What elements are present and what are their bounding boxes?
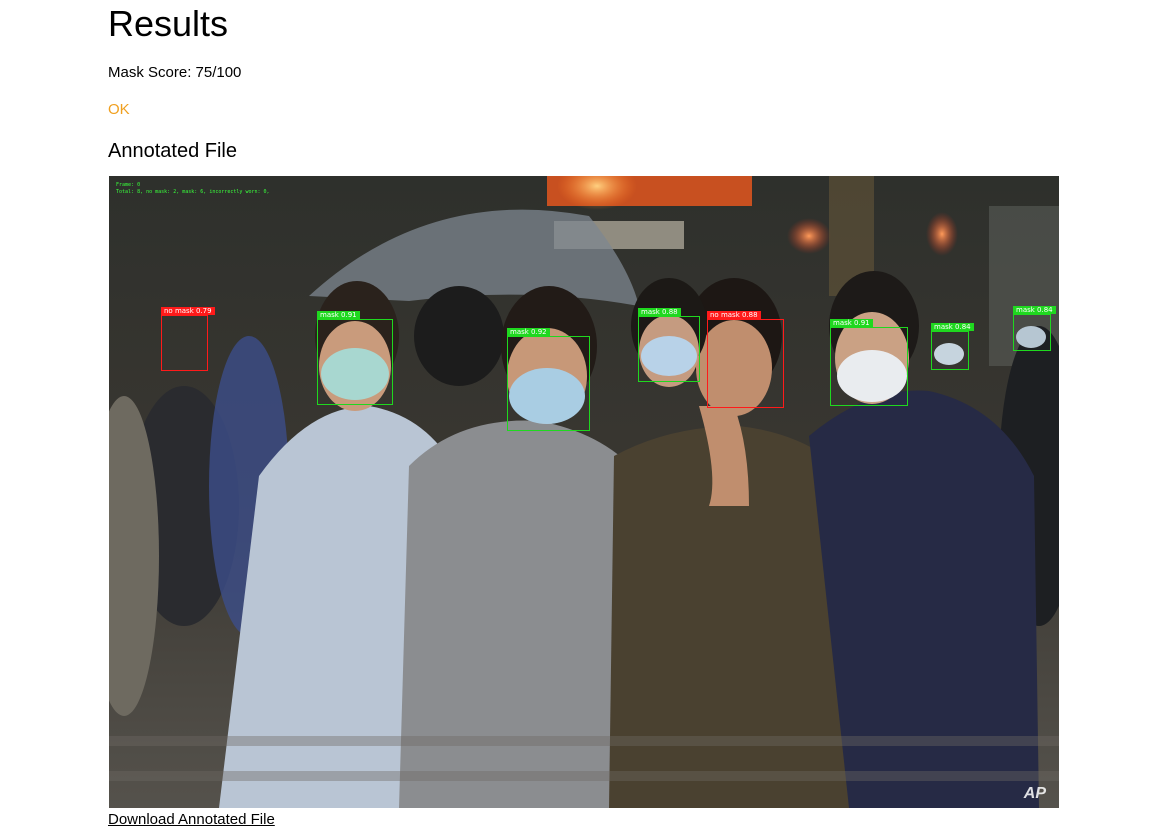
results-page: Results Mask Score: 75/100 OK Annotated … <box>0 0 1176 831</box>
detection-label: mask 0.91 <box>317 311 360 319</box>
detection-label: no mask 0.79 <box>161 307 215 315</box>
detection-label: mask 0.92 <box>507 328 550 336</box>
detection-box: mask 0.91 <box>830 319 908 406</box>
detection-box: mask 0.88 <box>638 308 700 382</box>
detection-box: mask 0.92 <box>507 328 590 431</box>
detection-label: no mask 0.88 <box>707 311 761 319</box>
overlay-summary-text: Total: 8, no mask: 2, mask: 6, incorrect… <box>116 189 270 195</box>
detection-box: no mask 0.88 <box>707 311 784 408</box>
detection-overlay-header: Frame: 0 Total: 8, no mask: 2, mask: 6, … <box>116 182 270 196</box>
overlay-frame-text: Frame: 0 <box>116 182 141 188</box>
mask-score-text: Mask Score: 75/100 <box>108 64 242 81</box>
detection-box: mask 0.91 <box>317 311 393 405</box>
download-annotated-file-link[interactable]: Download Annotated File <box>108 810 275 830</box>
detection-box: mask 0.84 <box>931 323 974 370</box>
page-title: Results <box>108 3 229 44</box>
detection-label: mask 0.88 <box>638 308 681 316</box>
detection-label: mask 0.84 <box>931 323 974 331</box>
detection-box: no mask 0.79 <box>161 307 215 371</box>
detection-label: mask 0.91 <box>830 319 873 327</box>
detection-box: mask 0.84 <box>1013 306 1056 351</box>
ap-watermark: AP <box>1023 785 1046 802</box>
annotated-image: Frame: 0 Total: 8, no mask: 2, mask: 6, … <box>109 176 1059 808</box>
status-text: OK <box>108 101 130 118</box>
annotated-file-heading: Annotated File <box>108 140 237 162</box>
crowd-photo <box>109 176 1059 808</box>
detection-label: mask 0.84 <box>1013 306 1056 314</box>
